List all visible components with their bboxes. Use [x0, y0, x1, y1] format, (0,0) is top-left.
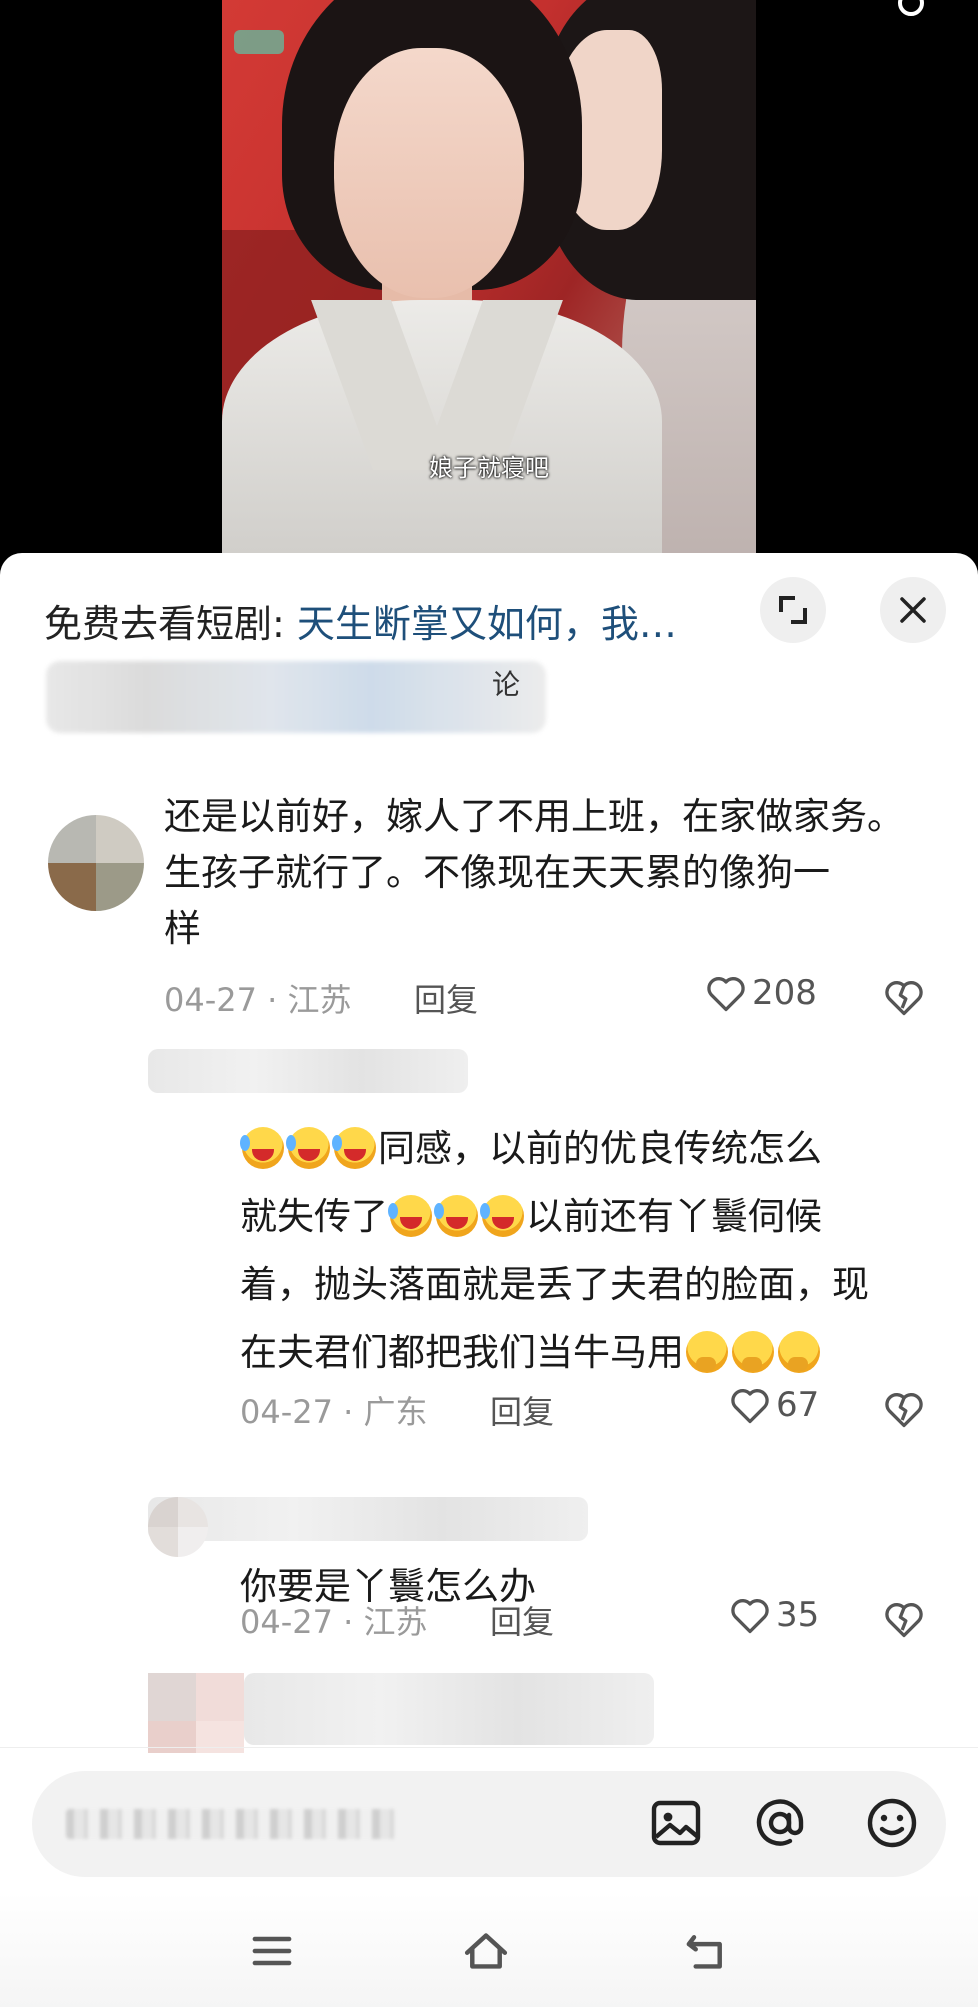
comment-line-text: 在夫君们都把我们当牛马用 — [240, 1331, 684, 1374]
thinking-emoji-icon — [686, 1331, 728, 1373]
channel-watermark — [234, 30, 284, 54]
comment-text: 还是以前好，嫁人了不用上班，在家做家务。 生孩子就行了。不像现在天天累的像狗一 … — [164, 789, 944, 957]
actor-face — [334, 48, 524, 298]
username-redacted — [148, 1497, 588, 1541]
like-button[interactable]: 35 — [728, 1593, 819, 1637]
drama-link-prefix: 免费去看短剧: — [44, 602, 297, 646]
expand-button[interactable] — [760, 577, 826, 643]
like-button[interactable]: 208 — [704, 971, 817, 1015]
system-nav-bar — [0, 1893, 978, 2007]
comment-line: 同感，以前的优良传统怎么 — [240, 1115, 960, 1183]
broken-heart-icon[interactable] — [882, 1597, 926, 1641]
avatar[interactable] — [148, 1673, 244, 1753]
heart-icon — [707, 977, 745, 1012]
reply-button[interactable]: 回复 — [414, 975, 478, 1021]
laugh-cry-emoji-icon — [332, 1127, 376, 1169]
emoji-icon[interactable] — [864, 1795, 920, 1851]
comment-text: 同感，以前的优良传统怎么 就失传了 以前还有丫鬟伺候 着，抛头落面就是丢了夫君的脸… — [240, 1115, 960, 1387]
comment-line: 在夫君们都把我们当牛马用 — [240, 1319, 960, 1387]
comment-line: 生孩子就行了。不像现在天天累的像狗一 — [164, 851, 830, 894]
thinking-emoji-icon — [778, 1331, 820, 1373]
laugh-cry-emoji-icon — [286, 1127, 330, 1169]
like-button[interactable]: 67 — [728, 1383, 819, 1427]
comment-line-text: 以前还有丫鬟伺候 — [526, 1195, 822, 1238]
at-icon[interactable] — [752, 1795, 808, 1851]
heart-icon — [731, 1389, 769, 1424]
comment-input-placeholder[interactable] — [66, 1809, 396, 1839]
close-button[interactable] — [880, 577, 946, 643]
video-frame: 娘子就寝吧 — [222, 0, 756, 556]
menu-icon[interactable] — [248, 1927, 296, 1975]
laugh-cry-emoji-icon — [240, 1127, 284, 1169]
broken-heart-icon[interactable] — [882, 975, 926, 1019]
comment-date-location: 04-27 · 广东 — [240, 1393, 428, 1431]
like-count: 67 — [776, 1385, 820, 1425]
comment-date-location: 04-27 · 江苏 — [164, 981, 352, 1019]
video-subtitle: 娘子就寝吧 — [429, 454, 549, 482]
comment-line: 样 — [164, 907, 201, 950]
comment-line-text: 同感，以前的优良传统怎么 — [378, 1127, 822, 1170]
search-icon[interactable] — [898, 0, 924, 16]
expand-icon — [779, 596, 807, 624]
thinking-emoji-icon — [732, 1331, 774, 1373]
drama-link-title: 天生断掌又如何，我… — [296, 602, 677, 646]
username-redacted — [148, 1049, 468, 1093]
composer-divider — [0, 1747, 978, 1748]
heart-icon — [731, 1599, 769, 1634]
image-icon[interactable] — [648, 1795, 704, 1851]
comment-line: 着，抛头落面就是丢了夫君的脸面，现 — [240, 1263, 869, 1306]
like-count: 35 — [776, 1595, 820, 1635]
username-redacted — [244, 1673, 654, 1745]
comment-line-text: 就失传了 — [240, 1195, 388, 1238]
back-icon[interactable] — [682, 1927, 730, 1975]
laugh-cry-emoji-icon — [434, 1195, 478, 1237]
comment-date-location: 04-27 · 江苏 — [240, 1603, 428, 1641]
reply-button[interactable]: 回复 — [490, 1597, 554, 1643]
comment-sheet: 免费去看短剧: 天生断掌又如何，我… 论 还是以前好，嫁人了不用上班，在家做家务… — [0, 553, 978, 2007]
close-icon — [900, 597, 926, 623]
comment-count-suffix: 论 — [492, 668, 521, 701]
avatar[interactable] — [48, 815, 144, 911]
sheet-header: 免费去看短剧: 天生断掌又如何，我… — [0, 553, 978, 675]
laugh-cry-emoji-icon — [480, 1195, 524, 1237]
video-player[interactable]: 娘子就寝吧 — [0, 0, 978, 560]
comment-composer[interactable] — [32, 1771, 946, 1877]
like-count: 208 — [752, 973, 817, 1013]
broken-heart-icon[interactable] — [882, 1387, 926, 1431]
laugh-cry-emoji-icon — [388, 1195, 432, 1237]
drama-link[interactable]: 免费去看短剧: 天生断掌又如何，我… — [44, 593, 744, 648]
comment-line: 还是以前好，嫁人了不用上班，在家做家务。 — [164, 795, 904, 838]
home-icon[interactable] — [462, 1927, 510, 1975]
comment-line: 就失传了 以前还有丫鬟伺候 — [240, 1183, 960, 1251]
reply-button[interactable]: 回复 — [490, 1387, 554, 1433]
comment-count-redacted — [46, 661, 546, 733]
avatar[interactable] — [148, 1497, 208, 1557]
